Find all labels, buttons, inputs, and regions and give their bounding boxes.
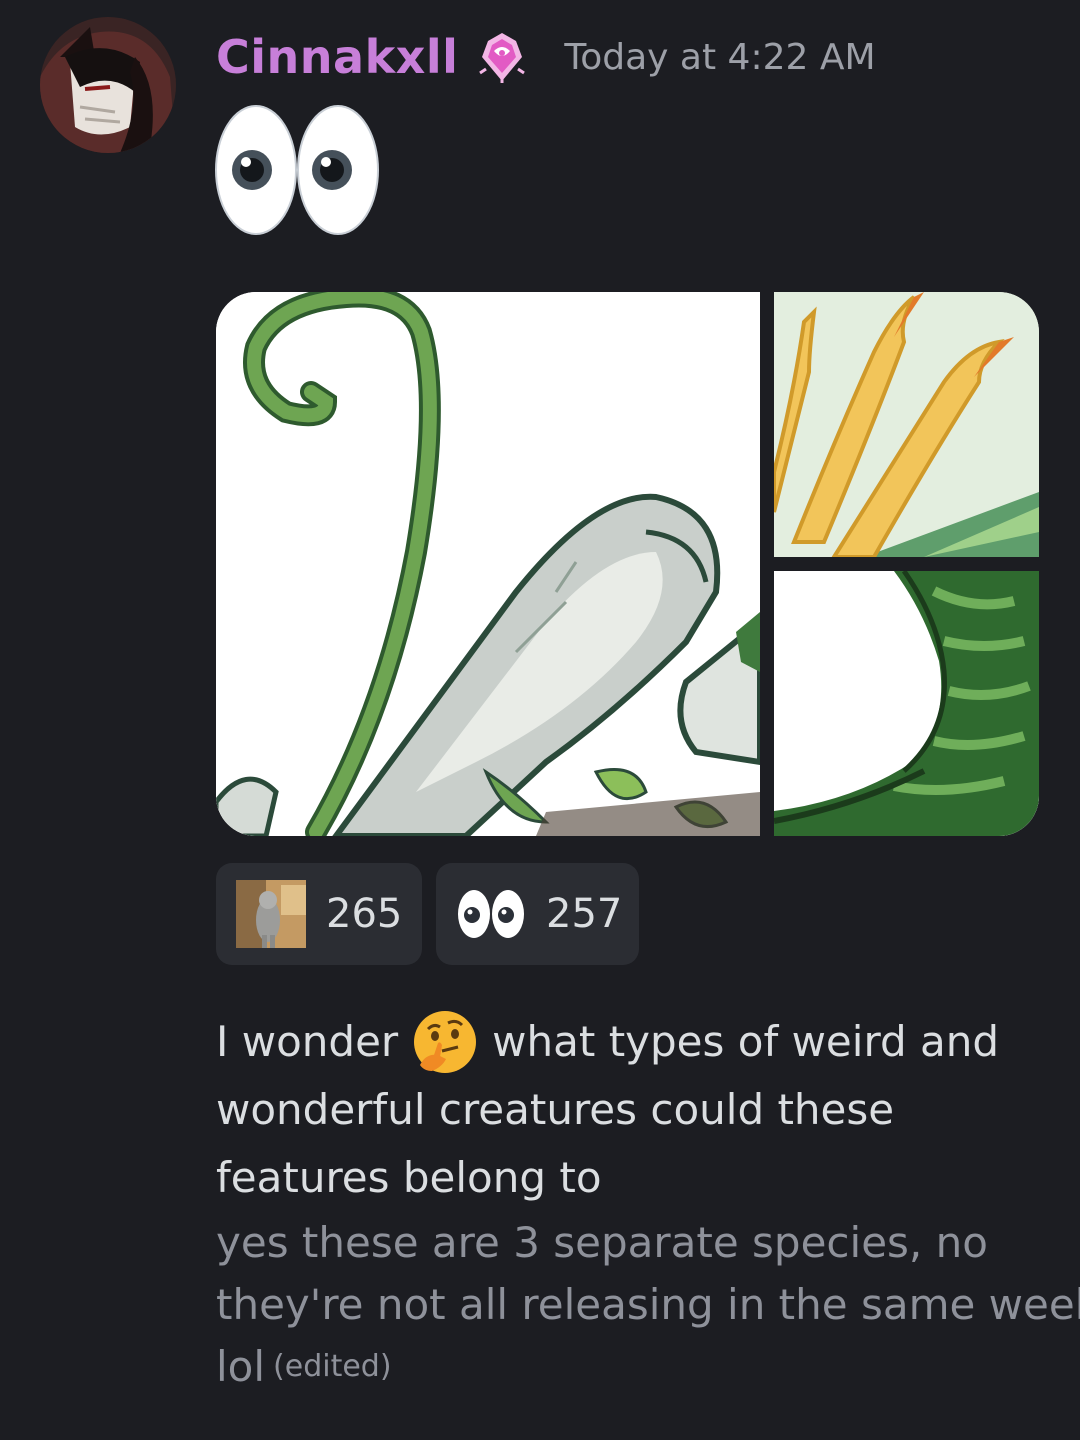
reaction-count: 257 xyxy=(546,891,623,937)
eyes-emoji xyxy=(456,888,526,940)
subtext: yes these are 3 separate species, no the… xyxy=(216,1212,1080,1398)
message-line: wonderful creatures could these xyxy=(216,1085,895,1134)
subtext-line: lol (edited) xyxy=(216,1336,1046,1398)
reaction-count: 265 xyxy=(326,891,403,937)
subtext-text: lol xyxy=(216,1342,266,1391)
vine-wing-image[interactable] xyxy=(216,292,760,836)
message-line: features belong to xyxy=(216,1153,602,1202)
image-gallery xyxy=(216,292,1039,836)
reactions-bar: 265 257 xyxy=(216,863,639,965)
message-text: what types of weird and xyxy=(492,1017,1000,1066)
reaction-eyes[interactable]: 257 xyxy=(436,863,639,965)
edited-label: (edited) xyxy=(273,1349,392,1384)
timestamp: Today at 4:22 AM xyxy=(564,36,876,78)
thinking-face-emoji[interactable] xyxy=(412,1009,478,1075)
avatar-image xyxy=(40,17,176,153)
yellow-claws-image[interactable] xyxy=(774,292,1039,557)
green-scales-image[interactable] xyxy=(774,571,1039,836)
subtext-line: they're not all releasing in the same we… xyxy=(216,1280,1080,1329)
message-text: I wonder xyxy=(216,1017,399,1066)
chat-message: Cinnakxll Today at 4:22 AM 265 257 I won… xyxy=(0,0,1080,1440)
reaction-cat-sticker[interactable]: 265 xyxy=(216,863,422,965)
avatar[interactable] xyxy=(40,17,176,153)
cat-sticker-thumbnail xyxy=(236,880,306,948)
subtext-line: yes these are 3 separate species, no xyxy=(216,1218,988,1267)
eyes-emoji[interactable] xyxy=(214,100,384,240)
username[interactable]: Cinnakxll xyxy=(216,30,458,84)
message-line: I wonder what types of weird and xyxy=(216,1008,1046,1076)
message-header: Cinnakxll Today at 4:22 AM xyxy=(216,22,876,92)
pink-gem-badge-icon[interactable] xyxy=(472,27,532,87)
message-content: I wonder what types of weird and wonderf… xyxy=(216,1008,1080,1398)
